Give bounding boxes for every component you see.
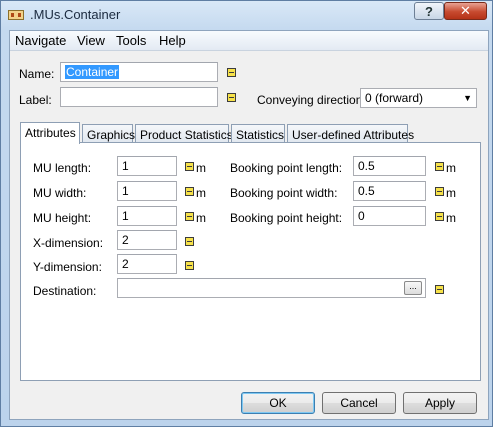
booking-point-length-unit: m	[446, 161, 456, 175]
menu-view[interactable]: View	[77, 33, 105, 48]
mu-height-inherit-icon[interactable]	[185, 212, 194, 221]
destination-label: Destination:	[33, 284, 97, 298]
window-title: .MUs.Container	[30, 7, 121, 22]
dialog-client-area: Navigate View Tools Help Name: Container…	[9, 30, 489, 420]
mu-length-input[interactable]: 1	[117, 156, 177, 176]
menu-help[interactable]: Help	[159, 33, 186, 48]
mu-height-input[interactable]: 1	[117, 206, 177, 226]
tab-statistics[interactable]: Statistics	[231, 124, 285, 144]
x-dimension-label: X-dimension:	[33, 236, 104, 250]
y-dimension-label: Y-dimension:	[33, 260, 102, 274]
tab-product-statistics[interactable]: Product Statistics	[135, 124, 233, 144]
booking-point-height-input[interactable]: 0	[353, 206, 426, 226]
booking-point-width-unit: m	[446, 186, 456, 200]
tab-user-defined-attributes[interactable]: User-defined Attributes	[287, 124, 414, 144]
label-inherit-icon[interactable]	[227, 93, 236, 102]
destination-browse-button[interactable]: ...	[404, 281, 422, 295]
label-label: Label:	[19, 93, 52, 107]
tab-graphics[interactable]: Graphics	[82, 124, 135, 144]
booking-point-length-inherit-icon[interactable]	[435, 162, 444, 171]
booking-point-length-input[interactable]: 0.5	[353, 156, 426, 176]
menu-bar: Navigate View Tools Help	[10, 31, 488, 51]
tab-attributes[interactable]: Attributes	[20, 122, 80, 144]
name-input[interactable]: Container	[60, 62, 218, 82]
destination-inherit-icon[interactable]	[435, 285, 444, 294]
y-dimension-input[interactable]: 2	[117, 254, 177, 274]
app-icon	[8, 10, 24, 20]
booking-point-width-label: Booking point width:	[230, 186, 338, 200]
x-dimension-input[interactable]: 2	[117, 230, 177, 250]
conveying-direction-label: Conveying direction:	[257, 93, 366, 107]
menu-tools[interactable]: Tools	[116, 33, 146, 48]
mu-width-input[interactable]: 1	[117, 181, 177, 201]
y-dimension-inherit-icon[interactable]	[185, 261, 194, 270]
menu-navigate[interactable]: Navigate	[15, 33, 66, 48]
mu-length-inherit-icon[interactable]	[185, 162, 194, 171]
booking-point-height-inherit-icon[interactable]	[435, 212, 444, 221]
title-bar[interactable]: .MUs.Container ? ✕	[1, 1, 492, 29]
booking-point-width-inherit-icon[interactable]	[435, 187, 444, 196]
mu-width-inherit-icon[interactable]	[185, 187, 194, 196]
mu-width-label: MU width:	[33, 186, 87, 200]
name-label: Name:	[19, 67, 55, 81]
mu-length-unit: m	[196, 161, 206, 175]
booking-point-length-label: Booking point length:	[230, 161, 343, 175]
mu-length-label: MU length:	[33, 161, 92, 175]
conveying-direction-select[interactable]: 0 (forward) ▼	[360, 88, 477, 108]
booking-point-width-input[interactable]: 0.5	[353, 181, 426, 201]
mu-height-label: MU height:	[33, 211, 92, 225]
close-button[interactable]: ✕	[444, 2, 487, 20]
name-value: Container	[65, 65, 120, 79]
dialog-window: .MUs.Container ? ✕ Navigate View Tools H…	[0, 0, 493, 427]
x-dimension-inherit-icon[interactable]	[185, 237, 194, 246]
ok-button[interactable]: OK	[241, 392, 315, 414]
booking-point-height-unit: m	[446, 211, 456, 225]
help-button[interactable]: ?	[414, 2, 444, 20]
chevron-down-icon: ▼	[463, 93, 472, 103]
name-inherit-icon[interactable]	[227, 68, 236, 77]
mu-height-unit: m	[196, 211, 206, 225]
conveying-direction-value: 0 (forward)	[365, 91, 424, 105]
apply-button[interactable]: Apply	[403, 392, 477, 414]
cancel-button[interactable]: Cancel	[322, 392, 396, 414]
destination-input[interactable]	[117, 278, 426, 298]
label-input[interactable]	[60, 87, 218, 107]
mu-width-unit: m	[196, 186, 206, 200]
booking-point-height-label: Booking point height:	[230, 211, 343, 225]
